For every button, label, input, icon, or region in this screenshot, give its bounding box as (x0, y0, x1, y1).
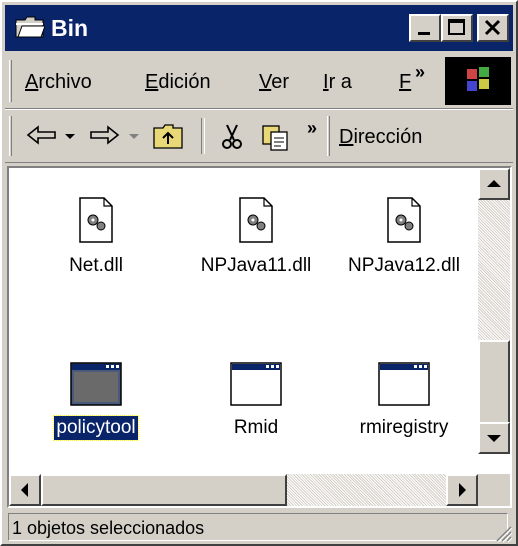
menu-archivo[interactable]: Archivo (25, 70, 92, 94)
windows-logo (445, 57, 511, 105)
file-item[interactable]: rmiregistry (329, 362, 479, 440)
file-item[interactable]: NPJava12.dll (329, 196, 479, 278)
copy-icon[interactable] (259, 122, 293, 152)
horizontal-scroll-thumb[interactable] (41, 474, 287, 506)
arrow-down-icon (487, 435, 501, 442)
address-grip[interactable] (327, 116, 330, 156)
address-label[interactable]: Dirección (339, 125, 422, 149)
vertical-scrollbar[interactable] (478, 168, 510, 454)
toolbar-separator (201, 118, 205, 154)
status-text: 1 objetos seleccionados (12, 518, 205, 538)
scroll-down-button[interactable] (478, 422, 510, 454)
file-item[interactable]: NPJava11.dll (181, 196, 331, 278)
menu-overflow-item[interactable]: F (399, 70, 411, 94)
up-folder-icon[interactable] (151, 122, 185, 150)
scroll-up-button[interactable] (478, 168, 510, 200)
windows-flag-icon (467, 67, 489, 91)
arrow-left-icon (21, 483, 28, 497)
close-button[interactable] (477, 14, 509, 42)
horizontal-scrollbar[interactable] (9, 474, 478, 506)
menu-chevron[interactable]: » (415, 62, 425, 83)
maximize-icon (448, 19, 465, 35)
title-bar[interactable]: Bin (5, 5, 513, 51)
file-item[interactable]: Net.dll (21, 196, 171, 278)
back-arrow-icon[interactable] (25, 122, 59, 150)
explorer-window: Bin Archivo Edición Ver Ir a F » » Direc… (0, 0, 518, 546)
scrollbar-corner (478, 474, 510, 506)
scroll-left-button[interactable] (9, 474, 41, 506)
menu-edicion[interactable]: Edición (145, 70, 211, 94)
window-title: Bin (51, 15, 89, 41)
status-pane: 1 objetos seleccionados (8, 513, 508, 541)
file-label: NPJava11.dll (200, 255, 312, 276)
forward-arrow-icon[interactable] (87, 122, 121, 150)
cut-scissors-icon[interactable] (217, 122, 247, 152)
file-label: Rmid (233, 417, 279, 438)
toolbar-grip[interactable] (9, 116, 12, 156)
close-icon (484, 19, 501, 36)
dll-icon (79, 197, 113, 243)
file-list-view[interactable]: Net.dll NPJava11.dll NPJava12.dll policy… (7, 166, 512, 508)
menu-grip[interactable] (9, 60, 12, 102)
arrow-right-icon (459, 483, 466, 497)
file-label: rmiregistry (359, 417, 449, 438)
dll-icon (387, 197, 421, 243)
file-label: policytool (53, 415, 139, 441)
application-window-icon (230, 362, 282, 406)
folder-icon (15, 16, 45, 38)
file-label: NPJava12.dll (348, 255, 460, 276)
back-dropdown-icon[interactable] (63, 122, 77, 150)
minimize-icon (418, 32, 430, 35)
resize-grip-icon[interactable] (491, 521, 513, 543)
application-window-icon (378, 362, 430, 406)
toolbar-chevron[interactable]: » (307, 118, 317, 139)
standard-toolbar: » Dirección (5, 109, 513, 163)
minimize-button[interactable] (409, 14, 441, 42)
file-item[interactable]: Rmid (181, 362, 331, 440)
maximize-button[interactable] (441, 14, 473, 42)
status-bar: 1 objetos seleccionados (5, 512, 513, 543)
menu-bar: Archivo Edición Ver Ir a F » (5, 54, 513, 109)
application-window-icon (70, 362, 122, 406)
forward-dropdown-icon[interactable] (127, 122, 141, 150)
arrow-up-icon (487, 180, 501, 187)
menu-ver[interactable]: Ver (259, 70, 289, 94)
vertical-scroll-thumb[interactable] (478, 340, 510, 426)
menu-ir-a[interactable]: Ir a (323, 70, 352, 94)
dll-icon (239, 197, 273, 243)
scroll-right-button[interactable] (446, 474, 478, 506)
file-label: Net.dll (69, 255, 123, 276)
file-item[interactable]: policytool (21, 362, 171, 441)
